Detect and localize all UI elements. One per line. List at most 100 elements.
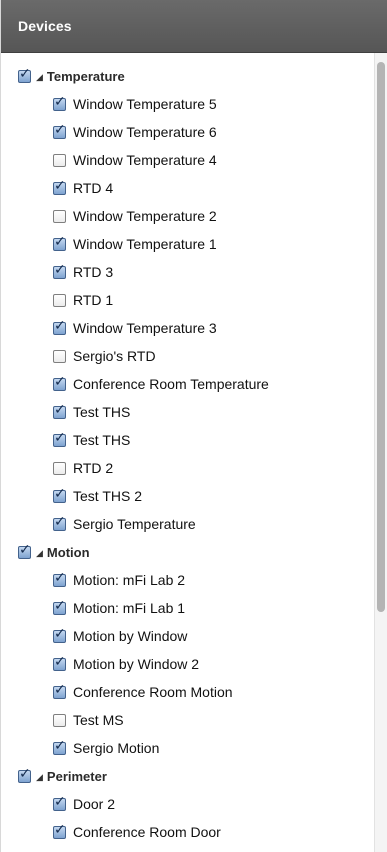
checkbox[interactable]: ✓	[18, 66, 31, 83]
device-label: RTD 4	[73, 180, 114, 196]
checkbox[interactable]	[53, 209, 66, 223]
device-label: Window Temperature 5	[73, 96, 217, 112]
checkmark-icon: ✓	[54, 176, 66, 193]
checkmark-icon: ✓	[19, 540, 31, 557]
device-item[interactable]: ✓ Motion: mFi Lab 1	[1, 594, 374, 622]
triangle-expanded-icon[interactable]: ◢	[36, 72, 43, 83]
device-label: RTD 3	[73, 264, 114, 280]
device-item[interactable]: ✓ Motion by Window 2	[1, 650, 374, 678]
checkmark-icon: ✓	[54, 624, 66, 641]
device-item[interactable]: ✓ Conference Room Temperature	[1, 370, 374, 398]
checkmark-icon: ✓	[54, 736, 66, 753]
device-item[interactable]: ✓ Window Temperature 6	[1, 118, 374, 146]
device-item[interactable]: RTD 1	[1, 286, 374, 314]
device-item[interactable]: RTD 2	[1, 454, 374, 482]
device-label: RTD 1	[73, 292, 114, 308]
checkbox[interactable]: ✓	[53, 122, 66, 139]
devices-panel: Devices ✓ ◢ Temperature ✓ Window Temperature…	[0, 0, 387, 852]
device-item[interactable]: Test MS	[1, 706, 374, 734]
triangle-expanded-icon[interactable]: ◢	[36, 772, 43, 783]
device-item[interactable]: ✓ Door 2	[1, 790, 374, 818]
device-item[interactable]: ✓ RTD 4	[1, 174, 374, 202]
checkmark-icon: ✓	[54, 820, 66, 837]
checkmark-icon: ✓	[19, 64, 31, 81]
checkbox[interactable]: ✓	[53, 626, 66, 643]
scrollbar-thumb[interactable]	[377, 62, 385, 612]
device-item[interactable]: ✓ Window Temperature 5	[1, 90, 374, 118]
checkbox[interactable]	[53, 461, 66, 475]
checkbox[interactable]: ✓	[53, 234, 66, 251]
group-row-perimeter[interactable]: ✓ ◢ Perimeter	[1, 762, 374, 790]
group-row-temperature[interactable]: ✓ ◢ Temperature	[1, 62, 374, 90]
checkbox[interactable]: ✓	[53, 794, 66, 811]
group-row-motion[interactable]: ✓ ◢ Motion	[1, 538, 374, 566]
device-label: Motion: mFi Lab 2	[73, 572, 186, 588]
checkmark-icon: ✓	[54, 652, 66, 669]
checkbox[interactable]: ✓	[18, 766, 31, 783]
checkbox[interactable]	[53, 293, 66, 307]
device-item[interactable]: ✓ Window Temperature 1	[1, 230, 374, 258]
device-label: Motion by Window	[73, 628, 188, 644]
device-label: Motion: mFi Lab 1	[73, 600, 186, 616]
checkbox[interactable]: ✓	[53, 570, 66, 587]
checkbox[interactable]	[53, 349, 66, 363]
checkbox[interactable]: ✓	[18, 542, 31, 559]
checkbox[interactable]	[53, 713, 66, 727]
device-item[interactable]: ✓ Motion: mFi Lab 2	[1, 566, 374, 594]
device-item[interactable]: Window Temperature 4	[1, 146, 374, 174]
checkbox[interactable]: ✓	[53, 178, 66, 195]
checkbox[interactable]: ✓	[53, 822, 66, 839]
checkbox[interactable]: ✓	[53, 402, 66, 419]
checkmark-icon: ✓	[54, 484, 66, 501]
vertical-scrollbar[interactable]	[374, 53, 387, 852]
device-label: Test THS	[73, 432, 131, 448]
device-item[interactable]: ✓ Sergio Temperature	[1, 510, 374, 538]
device-label: Test THS 2	[73, 488, 142, 504]
device-item[interactable]: ✓ Sergio Motion	[1, 734, 374, 762]
checkbox[interactable]: ✓	[53, 318, 66, 335]
group-label: Perimeter	[46, 768, 107, 784]
device-item[interactable]: ✓ Conference Room Motion	[1, 678, 374, 706]
checkbox[interactable]	[53, 153, 66, 167]
group-label: Motion	[46, 544, 90, 560]
group-label: Temperature	[46, 68, 125, 84]
checkmark-icon: ✓	[54, 680, 66, 697]
device-label: Conference Room Temperature	[73, 376, 269, 392]
triangle-expanded-icon[interactable]: ◢	[36, 548, 43, 559]
checkbox[interactable]: ✓	[53, 738, 66, 755]
checkmark-icon: ✓	[54, 568, 66, 585]
device-item[interactable]: ✓ Conference Room Door	[1, 818, 374, 846]
panel-title: Devices	[18, 18, 72, 34]
device-label: Window Temperature 1	[73, 236, 217, 252]
checkbox[interactable]: ✓	[53, 514, 66, 531]
device-label: Window Temperature 4	[73, 152, 217, 168]
checkbox[interactable]: ✓	[53, 486, 66, 503]
device-label: Test THS	[73, 404, 131, 420]
checkbox[interactable]: ✓	[53, 654, 66, 671]
device-item[interactable]: Window Temperature 2	[1, 202, 374, 230]
device-label: Sergio Motion	[73, 740, 160, 756]
checkbox[interactable]: ✓	[53, 94, 66, 111]
device-tree: ✓ ◢ Temperature ✓ Window Temperature 5 ✓ Windo…	[1, 53, 374, 852]
checkbox[interactable]: ✓	[53, 682, 66, 699]
checkmark-icon: ✓	[54, 120, 66, 137]
device-item[interactable]: ✓ Test THS 2	[1, 482, 374, 510]
checkmark-icon: ✓	[54, 232, 66, 249]
device-item[interactable]: ✓ Motion by Window	[1, 622, 374, 650]
checkmark-icon: ✓	[54, 428, 66, 445]
checkbox[interactable]: ✓	[53, 430, 66, 447]
device-item[interactable]: ✓ Test THS	[1, 398, 374, 426]
checkmark-icon: ✓	[54, 400, 66, 417]
device-label: Test MS	[73, 712, 124, 728]
checkbox[interactable]: ✓	[53, 598, 66, 615]
device-item[interactable]: Sergio's RTD	[1, 342, 374, 370]
device-label: Motion by Window 2	[73, 656, 200, 672]
device-item[interactable]: ✓ RTD 3	[1, 258, 374, 286]
device-item[interactable]: ✓ Test THS	[1, 426, 374, 454]
checkbox[interactable]: ✓	[53, 374, 66, 391]
checkmark-icon: ✓	[19, 764, 31, 781]
checkbox[interactable]: ✓	[53, 262, 66, 279]
device-label: Conference Room Motion	[73, 684, 233, 700]
checkmark-icon: ✓	[54, 512, 66, 529]
device-item[interactable]: ✓ Window Temperature 3	[1, 314, 374, 342]
